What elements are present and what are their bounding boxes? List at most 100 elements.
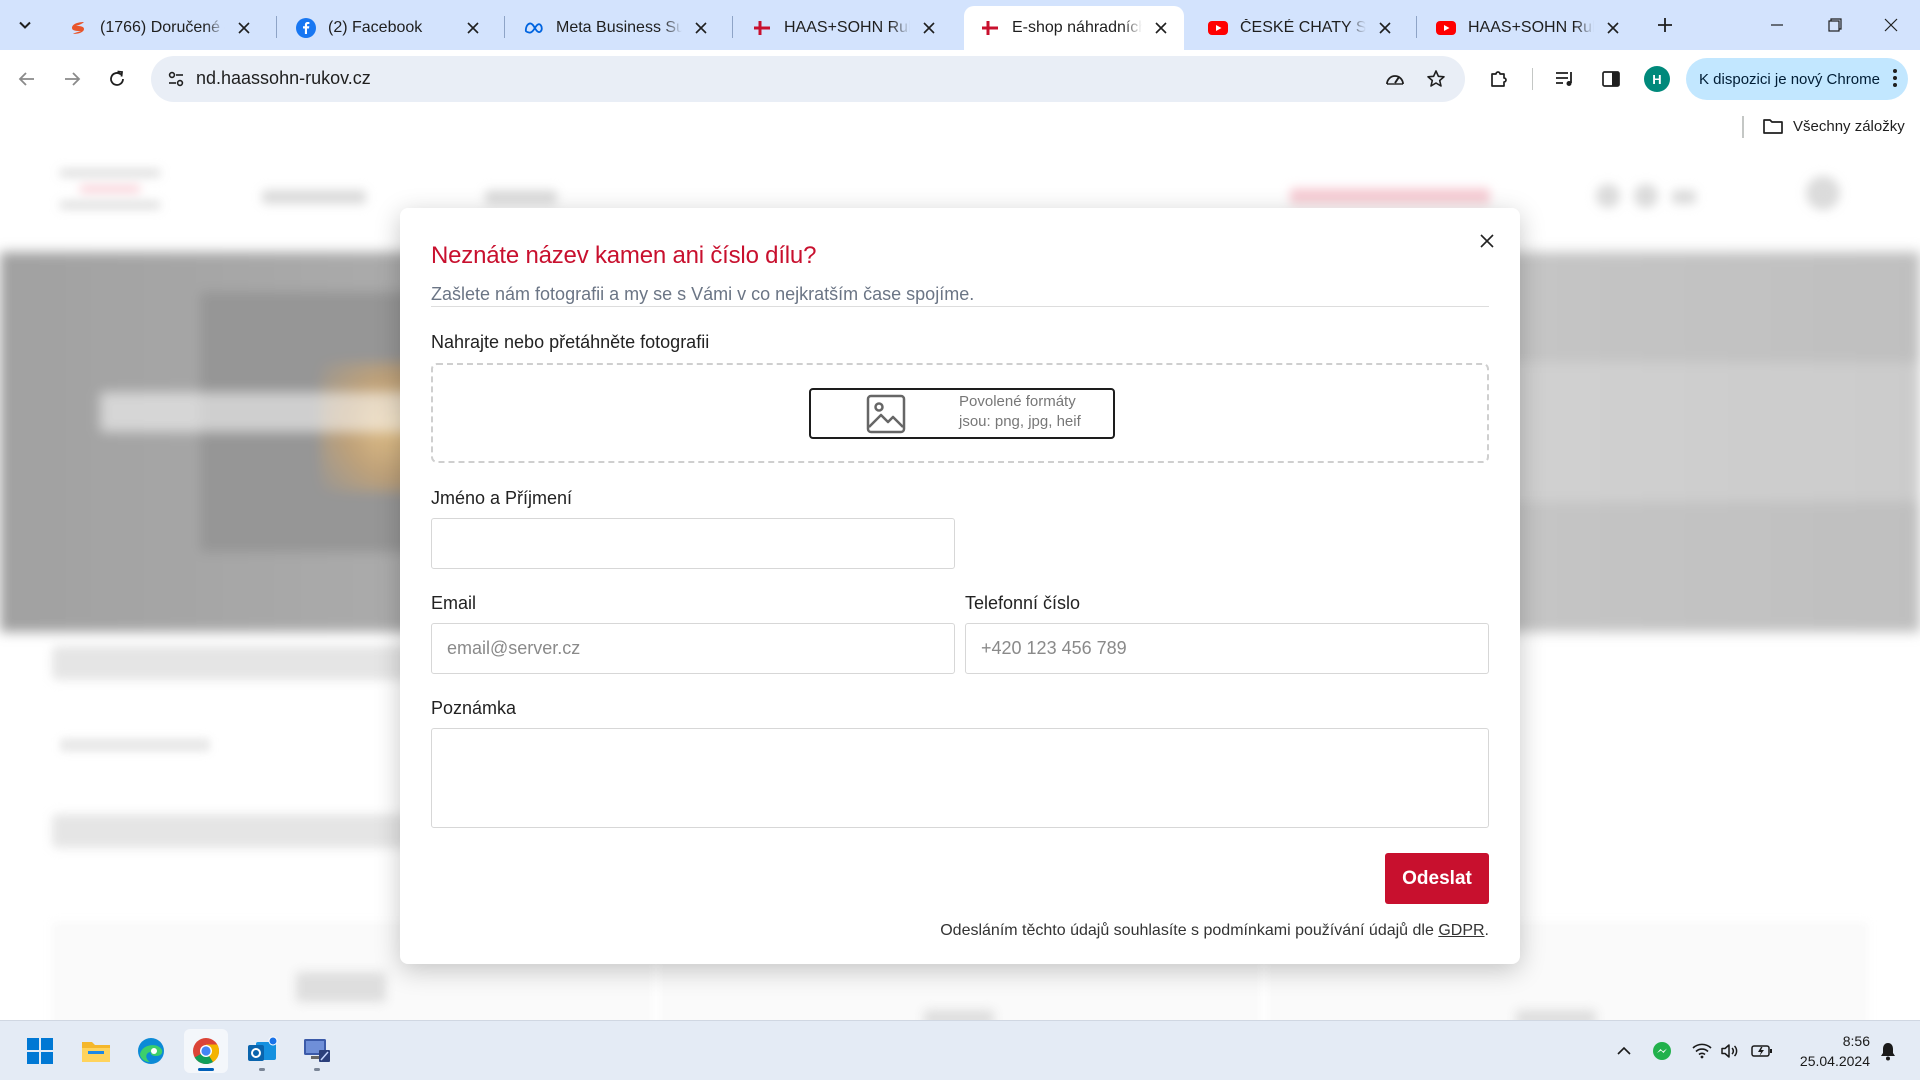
- puzzle-icon: [1491, 71, 1507, 87]
- more-vert-icon[interactable]: [1892, 67, 1898, 93]
- submit-button[interactable]: Odeslat: [1385, 853, 1489, 904]
- close-icon[interactable]: [233, 17, 255, 39]
- volume-button[interactable]: [1718, 1039, 1742, 1063]
- speaker-icon: [1721, 1044, 1738, 1058]
- browser-tab[interactable]: (2) Facebook: [280, 6, 496, 50]
- media-controls-button[interactable]: [1548, 62, 1582, 96]
- youtube-icon: [1208, 18, 1228, 38]
- note-label: Poznámka: [431, 698, 517, 718]
- tab-strip: (1766) Doručené – Seznam (2) Facebook Me…: [0, 0, 1920, 50]
- site-info-button[interactable]: [161, 64, 191, 94]
- photo-request-modal: Neznáte název kamen ani číslo dílu? Zašl…: [400, 208, 1520, 964]
- browser-tab[interactable]: HAAS+SOHN Rukov: [1420, 6, 1636, 50]
- edge-icon: [138, 1038, 164, 1064]
- upload-label: Nahrajte nebo přetáhněte fotografii: [431, 332, 710, 352]
- outlook-button[interactable]: [240, 1029, 284, 1073]
- side-panel-button[interactable]: [1594, 62, 1628, 96]
- reload-button[interactable]: [100, 62, 134, 96]
- clock-date: 25.04.2024: [1799, 1053, 1870, 1069]
- remote-desktop-button[interactable]: [295, 1029, 339, 1073]
- messenger-tray-button[interactable]: [1650, 1039, 1674, 1063]
- close-icon[interactable]: [1602, 17, 1624, 39]
- update-chip-label: K dispozici je nový Chrome: [1699, 70, 1880, 88]
- restore-button[interactable]: [1806, 0, 1864, 50]
- name-input[interactable]: [431, 518, 955, 569]
- close-icon[interactable]: [690, 17, 712, 39]
- browser-tab[interactable]: Meta Business Suite: [508, 6, 724, 50]
- image-icon: [865, 393, 907, 440]
- address-bar[interactable]: nd.haassohn-rukov.cz: [151, 56, 1465, 102]
- tab-title: HAAS+SOHN Rukov: [1468, 19, 1594, 36]
- name-label: Jméno a Příjmení: [431, 488, 573, 508]
- tab-separator: [504, 16, 505, 38]
- chrome-update-button[interactable]: K dispozici je nový Chrome: [1686, 58, 1908, 100]
- haas-sohn-icon: [980, 18, 1000, 38]
- chevron-up-icon: [1617, 1046, 1631, 1055]
- playlist-icon: [1556, 72, 1572, 86]
- browser-tab[interactable]: (1766) Doručené – Seznam: [52, 6, 267, 50]
- tab-search-button[interactable]: [10, 10, 40, 40]
- modal-close-button[interactable]: [1472, 226, 1502, 256]
- tab-title: Meta Business Suite: [556, 19, 682, 36]
- show-hidden-icons-button[interactable]: [1612, 1039, 1636, 1063]
- tune-icon: [168, 71, 184, 87]
- browser-tab[interactable]: HAAS+SOHN Rukov: [736, 6, 952, 50]
- modal-subtitle: Zašlete nám fotografii a my se s Vámi v …: [431, 284, 975, 304]
- modal-title: Neznáte název kamen ani číslo dílu?: [431, 242, 817, 269]
- outlook-icon: [248, 1036, 278, 1061]
- bookmark-button[interactable]: [1421, 64, 1451, 94]
- all-bookmarks-button[interactable]: Všechny záložky: [1762, 114, 1905, 138]
- email-input[interactable]: [431, 623, 955, 674]
- minimize-button[interactable]: [1748, 0, 1806, 50]
- meta-icon: [524, 18, 544, 38]
- notifications-button[interactable]: [1876, 1039, 1900, 1063]
- upload-button[interactable]: Povolené formáty jsou: png, jpg, heif: [809, 388, 1115, 439]
- folder-icon: [1762, 117, 1784, 135]
- browser-tab[interactable]: ČESKÉ CHATY SNŮ 2024: [1192, 6, 1408, 50]
- battery-charging-icon: [1751, 1045, 1772, 1057]
- wifi-button[interactable]: [1690, 1039, 1714, 1063]
- battery-button[interactable]: [1750, 1039, 1774, 1063]
- performance-button[interactable]: [1380, 64, 1410, 94]
- chrome-icon: [193, 1038, 220, 1065]
- back-button[interactable]: [10, 62, 44, 96]
- system-clock[interactable]: 8:56 25.04.2024: [1778, 1031, 1870, 1071]
- phone-label: Telefonní číslo: [965, 593, 1081, 613]
- start-button[interactable]: [18, 1029, 62, 1073]
- url-text[interactable]: nd.haassohn-rukov.cz: [196, 68, 371, 89]
- close-icon[interactable]: [462, 17, 484, 39]
- gdpr-link[interactable]: GDPR: [1438, 922, 1484, 939]
- close-icon[interactable]: [918, 17, 940, 39]
- phone-input[interactable]: [965, 623, 1489, 674]
- windows-start-icon: [27, 1038, 53, 1064]
- new-tab-button[interactable]: [1650, 10, 1680, 40]
- all-bookmarks-label: Všechny záložky: [1793, 117, 1905, 135]
- bell-icon: [1881, 1043, 1895, 1061]
- speedometer-icon: [1386, 75, 1404, 85]
- side-panel-icon: [1602, 71, 1620, 87]
- remote-desktop-icon: [304, 1039, 330, 1062]
- close-icon: [1884, 18, 1898, 32]
- gdpr-consent-text: Odesláním těchto údajů souhlasíte s podm…: [940, 922, 1489, 939]
- chrome-button[interactable]: [184, 1029, 228, 1073]
- close-icon[interactable]: [1150, 17, 1172, 39]
- wifi-icon: [1692, 1043, 1712, 1059]
- toolbar-separator: [1532, 68, 1533, 90]
- messenger-icon: [1653, 1042, 1671, 1060]
- profile-avatar[interactable]: H: [1644, 66, 1670, 92]
- note-textarea[interactable]: [431, 728, 1489, 828]
- haas-sohn-icon: [752, 18, 772, 38]
- window-close-button[interactable]: [1862, 0, 1920, 50]
- forward-button[interactable]: [55, 62, 89, 96]
- close-icon[interactable]: [1374, 17, 1396, 39]
- tab-separator: [276, 16, 277, 38]
- extensions-button[interactable]: [1482, 62, 1516, 96]
- chevron-down-icon: [19, 21, 31, 29]
- tab-title: (2) Facebook: [328, 19, 423, 36]
- edge-button[interactable]: [129, 1029, 173, 1073]
- file-explorer-button[interactable]: [74, 1029, 118, 1073]
- photo-dropzone[interactable]: Povolené formáty jsou: png, jpg, heif: [431, 363, 1489, 463]
- tab-title: HAAS+SOHN Rukov: [784, 19, 910, 36]
- browser-tab-active[interactable]: E-shop náhradních dílů: [964, 6, 1184, 50]
- tab-title: ČESKÉ CHATY SNŮ 2024: [1240, 19, 1366, 36]
